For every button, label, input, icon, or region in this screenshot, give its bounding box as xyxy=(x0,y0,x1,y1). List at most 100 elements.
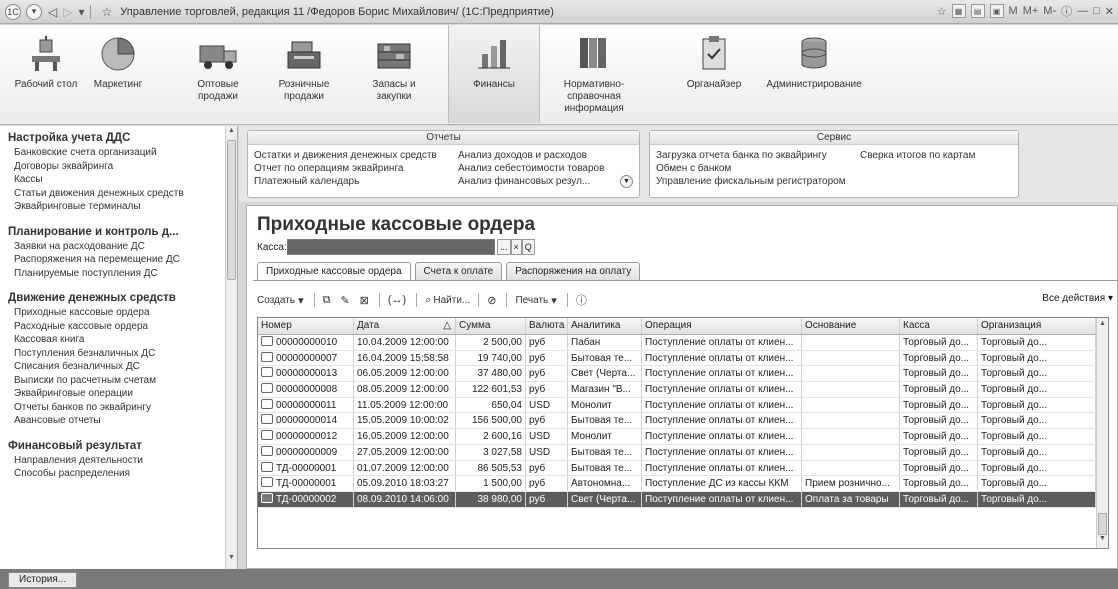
report-link[interactable]: Остатки и движения денежных средств xyxy=(254,149,437,162)
report-link[interactable]: Отчет по операциям эквайринга xyxy=(254,162,437,175)
nav-item[interactable]: Списания безналичных ДС xyxy=(8,360,237,374)
table-row[interactable]: 00000000010 10.04.2009 12:00:00 2 500,00 ру… xyxy=(258,335,1108,351)
scroll-down-icon[interactable]: ▼ xyxy=(1097,535,1108,542)
cancel-search-button[interactable]: ⊘ xyxy=(487,294,498,307)
table-scrollbar[interactable]: ▲ ▼ xyxy=(1096,318,1108,548)
close-icon[interactable]: ✕ xyxy=(1105,5,1114,18)
report-link[interactable]: Анализ доходов и расходов xyxy=(458,149,604,162)
history-button[interactable]: История... xyxy=(8,572,78,588)
section-wholesale[interactable]: Оптовые продажи xyxy=(172,25,264,123)
table-row[interactable]: 00000000008 08.05.2009 12:00:00 122 601,53… xyxy=(258,382,1108,398)
section-administration[interactable]: Администрирование xyxy=(766,25,862,123)
section-organizer[interactable]: Органайзер xyxy=(668,25,760,123)
nav-item[interactable]: Способы распределения xyxy=(8,467,237,481)
nav-item[interactable]: Договоры эквайринга xyxy=(8,160,237,174)
report-link[interactable]: Анализ финансовых резул... xyxy=(458,175,604,188)
info-icon[interactable]: ⓘ xyxy=(1061,3,1072,19)
memory-icon[interactable]: ▣ xyxy=(989,4,1004,18)
back-arrow-icon[interactable]: ◁ xyxy=(48,5,57,19)
nav-scrollbar[interactable]: ▲ ▼ xyxy=(225,126,237,569)
kassa-input[interactable] xyxy=(287,239,495,255)
mark-delete-button[interactable]: ⊠ xyxy=(360,294,371,307)
tab-receipts[interactable]: Приходные кассовые ордера xyxy=(257,262,411,280)
table-row[interactable]: ТД-00000001 01.07.2009 12:00:00 86 505,53 р… xyxy=(258,460,1108,477)
structure-button[interactable]: (↔) xyxy=(388,294,408,306)
nav-item[interactable]: Направления деятельности xyxy=(8,454,237,468)
table-row[interactable]: ТД-00000002 08.09.2010 14:06:00 38 980,00 р… xyxy=(258,491,1108,508)
table-row[interactable]: 00000000007 16.04.2009 15:58:58 19 740,00 р… xyxy=(258,350,1108,367)
tab-payment-orders[interactable]: Распоряжения на оплату xyxy=(506,262,641,280)
kassa-select-button[interactable]: ... xyxy=(497,239,511,255)
column-header-operation[interactable]: Операция xyxy=(642,318,802,334)
create-button[interactable]: Создать ▾ xyxy=(257,294,306,307)
section-reference[interactable]: Нормативно-справочная информация xyxy=(548,25,640,123)
kassa-clear-button[interactable]: × xyxy=(510,239,522,255)
copy-button[interactable]: ⧉ xyxy=(323,294,333,307)
nav-item[interactable]: Эквайринговые терминалы xyxy=(8,200,237,214)
section-finance[interactable]: Финансы xyxy=(448,25,540,123)
nav-item[interactable]: Поступления безналичных ДС xyxy=(8,347,237,361)
table-row[interactable]: 00000000014 15.05.2009 10:00:02 156 500,00… xyxy=(258,413,1108,430)
nav-item[interactable]: Выписки по расчетным счетам xyxy=(8,374,237,388)
column-header-basis[interactable]: Основание xyxy=(802,318,900,334)
column-header-date[interactable]: Дата △ xyxy=(354,318,456,334)
kassa-open-button[interactable]: Q xyxy=(521,239,535,255)
memory-mminus-button[interactable]: M- xyxy=(1043,5,1056,17)
report-link[interactable]: Платежный календарь xyxy=(254,175,437,188)
forward-arrow-icon[interactable]: ▷ xyxy=(63,5,72,19)
more-reports-icon[interactable]: ▼ xyxy=(620,175,633,188)
report-link[interactable]: Анализ себестоимости товаров xyxy=(458,162,604,175)
table-row[interactable]: ТД-00000001 05.09.2010 18:03:27 1 500,00 ру… xyxy=(258,476,1108,492)
nav-item[interactable]: Приходные кассовые ордера xyxy=(8,306,237,320)
nav-item[interactable]: Банковские счета организаций xyxy=(8,146,237,160)
calendar-icon[interactable]: ▦ xyxy=(951,4,966,18)
nav-item[interactable]: Кассовая книга xyxy=(8,333,237,347)
edit-button[interactable]: ✎ xyxy=(340,294,351,307)
main-menu-button[interactable]: ▾ xyxy=(26,3,42,20)
calculator-icon[interactable]: ▤ xyxy=(970,4,985,18)
service-link[interactable]: Загрузка отчета банка по эквайрингу xyxy=(656,149,846,162)
favorites-icon[interactable]: ☆ xyxy=(937,5,947,18)
help-button[interactable]: ⓘ xyxy=(576,292,589,308)
section-stock[interactable]: Запасы и закупки xyxy=(348,25,440,123)
scroll-thumb[interactable] xyxy=(1098,513,1107,535)
column-header-kassa[interactable]: Касса xyxy=(900,318,978,334)
maximize-icon[interactable]: □ xyxy=(1093,5,1100,17)
favorite-star-icon[interactable]: ☆ xyxy=(102,5,113,19)
nav-item[interactable]: Авансовые отчеты xyxy=(8,414,237,428)
service-link[interactable]: Обмен с банком xyxy=(656,162,846,175)
tab-invoices[interactable]: Счета к оплате xyxy=(414,262,503,280)
column-header-currency[interactable]: Валюта xyxy=(526,318,568,334)
scroll-up-icon[interactable]: ▲ xyxy=(226,127,237,139)
scroll-up-icon[interactable]: ▲ xyxy=(1097,320,1108,327)
column-header-number[interactable]: Номер xyxy=(258,318,354,334)
service-link[interactable]: Управление фискальным регистратором xyxy=(656,175,846,188)
nav-item[interactable]: Кассы xyxy=(8,173,237,187)
section-retail[interactable]: Розничные продажи xyxy=(258,25,350,123)
table-row[interactable]: 00000000013 06.05.2009 12:00:00 37 480,00 р… xyxy=(258,366,1108,383)
find-button[interactable]: ⌕ Найти... xyxy=(425,294,470,307)
print-button[interactable]: Печать ▾ xyxy=(515,294,558,307)
table-row[interactable]: 00000000012 16.05.2009 12:00:00 2 600,16 US… xyxy=(258,429,1108,445)
nav-item[interactable]: Заявки на расходование ДС xyxy=(8,240,237,254)
minimize-icon[interactable]: — xyxy=(1077,5,1088,17)
column-header-organization[interactable]: Организация xyxy=(978,318,1096,334)
nav-item[interactable]: Расходные кассовые ордера xyxy=(8,320,237,334)
memory-m-button[interactable]: M xyxy=(1009,5,1018,17)
service-link[interactable]: Сверка итогов по картам xyxy=(860,149,975,162)
history-dropdown-icon[interactable]: ▾ xyxy=(78,5,84,19)
section-marketing[interactable]: Маркетинг xyxy=(72,25,164,123)
column-header-analytics[interactable]: Аналитика xyxy=(568,318,642,334)
nav-item[interactable]: Эквайринговые операции xyxy=(8,387,237,401)
nav-item[interactable]: Отчеты банков по эквайрингу xyxy=(8,401,237,415)
scroll-down-icon[interactable]: ▼ xyxy=(226,554,237,566)
app-logo-icon[interactable]: 1C xyxy=(5,3,21,20)
nav-item[interactable]: Планируемые поступления ДС xyxy=(8,267,237,281)
memory-mplus-button[interactable]: M+ xyxy=(1023,5,1039,17)
table-row[interactable]: 00000000009 27.05.2009 12:00:00 3 027,58 US… xyxy=(258,444,1108,461)
table-row[interactable]: 00000000011 11.05.2009 12:00:00 650,04 USD М… xyxy=(258,397,1108,414)
nav-item[interactable]: Распоряжения на перемещение ДС xyxy=(8,253,237,267)
all-actions-button[interactable]: Все действия ▾ xyxy=(1042,293,1113,304)
nav-item[interactable]: Статьи движения денежных средств xyxy=(8,187,237,201)
scroll-thumb[interactable] xyxy=(227,140,236,280)
